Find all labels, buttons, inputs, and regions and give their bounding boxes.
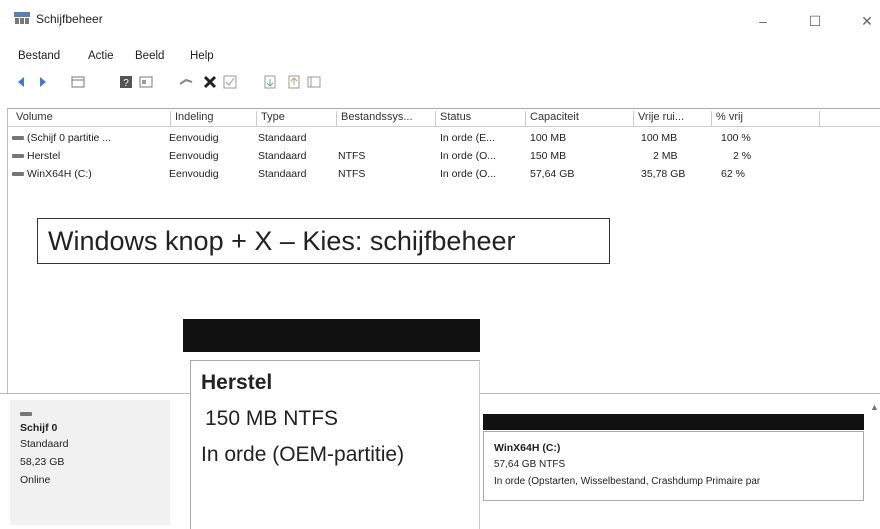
table-row[interactable]: WinX64H (C:) Eenvoudig Standaard NTFS In… [8, 167, 880, 183]
type-cell: Standaard [258, 150, 307, 162]
status-cell: In orde (E... [440, 132, 495, 144]
help-icon[interactable]: ? [118, 74, 134, 90]
column-vrije-ruimte[interactable]: Vrije rui... [634, 111, 712, 127]
disk-management-icon [14, 12, 30, 24]
disk-info-panel[interactable]: Schijf 0 Standaard 58,23 GB Online [10, 400, 170, 525]
capacity-cell: 150 MB [530, 150, 567, 162]
type-cell: Standaard [258, 168, 307, 180]
free-cell: 100 MB [641, 132, 678, 144]
check-icon[interactable] [222, 74, 238, 90]
indeling-cell: Eenvoudig [169, 168, 219, 180]
type-cell: Standaard [258, 132, 307, 144]
herstel-title: Herstel [201, 371, 273, 394]
disk-size: 58,23 GB [20, 456, 65, 468]
pct-cell: 100 % [721, 132, 751, 144]
free-cell: 2 MB [653, 150, 678, 162]
capacity-cell: 100 MB [530, 132, 567, 144]
volume-name: WinX64H (C:) [27, 168, 92, 180]
capacity-cell: 57,64 GB [530, 168, 575, 180]
list-header: Volume Indeling Type Bestandssys... Stat… [8, 109, 880, 127]
instruction-caption: Windows knop + X – Kies: schijfbeheer [37, 218, 610, 264]
menu-bar: Bestand Actie Beeld Help [0, 44, 880, 66]
menu-actie[interactable]: Actie [88, 50, 114, 62]
c-partition-status: In orde (Opstarten, Wisselbestand, Crash… [494, 476, 761, 487]
volume-name: (Schijf 0 partitie ... [27, 132, 112, 144]
svg-text:?: ? [123, 78, 129, 89]
column-bestandssysteem[interactable]: Bestandssys... [337, 111, 436, 127]
fs-cell: NTFS [338, 168, 366, 180]
herstel-partition[interactable]: Herstel 150 MB NTFS In orde (OEM-partiti… [190, 360, 480, 529]
volume-cell: Herstel [12, 150, 60, 162]
herstel-partition-bar [183, 319, 480, 352]
settings-icon[interactable] [306, 74, 322, 90]
indeling-cell: Eenvoudig [169, 132, 219, 144]
connect-icon[interactable] [178, 74, 194, 90]
list-view-icon[interactable] [70, 74, 86, 90]
status-cell: In orde (O... [440, 168, 497, 180]
indeling-cell: Eenvoudig [169, 150, 219, 162]
column-status[interactable]: Status [436, 111, 526, 127]
c-partition-bar [483, 414, 864, 430]
column-type[interactable]: Type [257, 111, 337, 127]
disk-icon [20, 412, 32, 416]
pct-cell: 2 % [733, 150, 752, 162]
c-partition-title: WinX64H (C:) [494, 442, 561, 454]
volume-cell: (Schijf 0 partitie ... [12, 132, 111, 144]
forward-icon[interactable] [34, 74, 50, 90]
c-partition[interactable]: WinX64H (C:) 57,64 GB NTFS In orde (Opst… [483, 431, 864, 501]
export-icon[interactable] [286, 74, 302, 90]
table-row[interactable]: Herstel Eenvoudig Standaard NTFS In orde… [8, 149, 880, 165]
disk-name: Schijf 0 [20, 422, 58, 434]
free-cell: 35,78 GB [641, 168, 686, 180]
herstel-size: 150 MB NTFS [205, 407, 339, 430]
column-volume[interactable]: Volume [12, 111, 171, 127]
volume-icon [12, 154, 24, 159]
fs-cell: NTFS [338, 150, 366, 162]
column-indeling[interactable]: Indeling [171, 111, 257, 127]
delete-icon[interactable] [202, 74, 218, 90]
import-icon[interactable] [262, 74, 278, 90]
herstel-status: In orde (OEM-partitie) [201, 443, 405, 466]
menu-bestand[interactable]: Bestand [18, 50, 60, 62]
minimize-button[interactable]: – [748, 10, 778, 32]
disk-state: Online [20, 474, 51, 486]
menu-beeld[interactable]: Beeld [135, 50, 164, 62]
maximize-button[interactable]: ☐ [800, 10, 830, 32]
toolbar: ? [0, 68, 880, 98]
status-cell: In orde (O... [440, 150, 497, 162]
c-partition-size: 57,64 GB NTFS [494, 459, 566, 470]
scroll-up-icon[interactable]: ▲ [870, 402, 879, 412]
close-button[interactable]: ✕ [852, 10, 880, 32]
volume-cell: WinX64H (C:) [12, 168, 92, 180]
properties-icon[interactable] [138, 74, 154, 90]
volume-icon [12, 172, 24, 177]
back-icon[interactable] [14, 74, 30, 90]
pct-cell: 62 % [721, 168, 745, 180]
volume-icon [12, 136, 24, 141]
table-row[interactable]: (Schijf 0 partitie ... Eenvoudig Standaa… [8, 131, 880, 147]
volume-name: Herstel [27, 150, 61, 162]
menu-help[interactable]: Help [190, 50, 214, 62]
window-title: Schijfbeheer [36, 12, 103, 26]
column-capaciteit[interactable]: Capaciteit [526, 111, 634, 127]
column-pct-vrij[interactable]: % vrij [712, 111, 820, 127]
title-bar: Schijfbeheer – ☐ ✕ [0, 0, 880, 44]
disk-type: Standaard [20, 438, 69, 450]
